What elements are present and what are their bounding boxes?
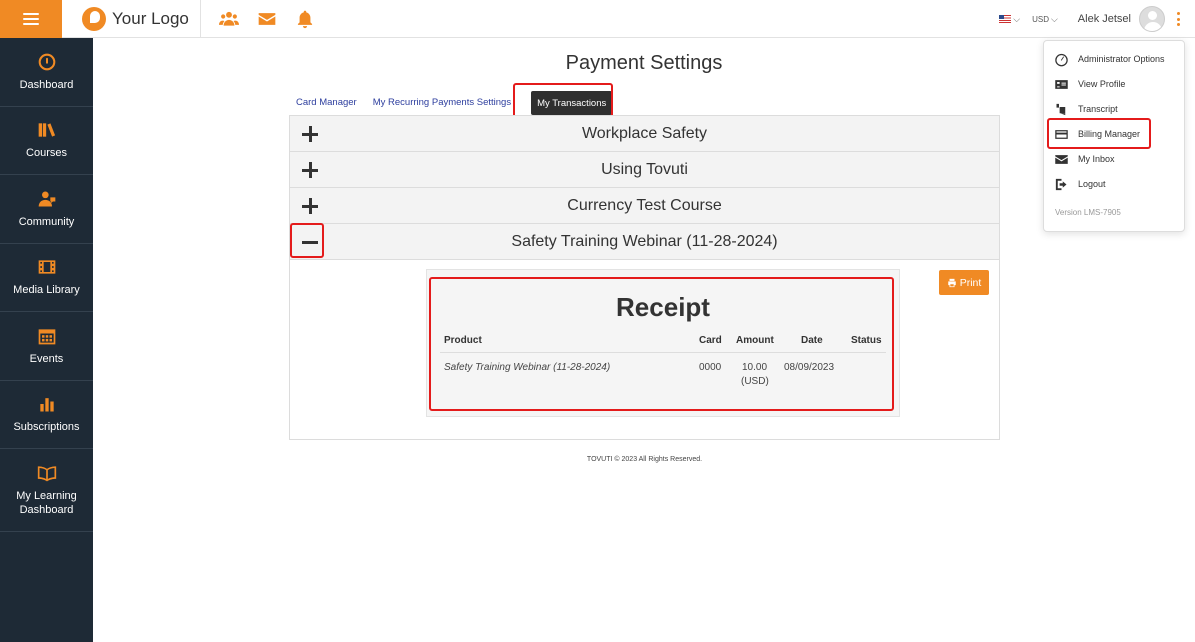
envelope-icon[interactable] [257, 9, 277, 29]
menu-item-label: Logout [1078, 179, 1106, 189]
column-header-product: Product [444, 335, 482, 346]
sidebar-item-label: Courses [26, 147, 67, 160]
divider [200, 0, 201, 38]
plus-icon[interactable] [300, 124, 320, 144]
id-card-icon [1055, 79, 1068, 89]
menu-item-logout[interactable]: Logout [1054, 174, 1106, 194]
menu-item-administrator-options[interactable]: Administrator Options [1054, 49, 1165, 69]
receipt-date: 08/09/2023 [784, 362, 835, 373]
accordion-item-header[interactable]: Workplace Safety [290, 116, 999, 152]
footer-copyright: TOVUTI © 2023 All Rights Reserved. [586, 456, 703, 463]
top-right-controls: ⌵ USD ⌵ Alek Jetsel [999, 0, 1195, 38]
column-header-card: Card [699, 335, 722, 346]
menu-item-view-profile[interactable]: View Profile [1054, 74, 1125, 94]
menu-item-my-inbox[interactable]: My Inbox [1054, 149, 1115, 169]
page-title: Payment Settings [565, 52, 723, 74]
version-label: Version LMS-7905 [1055, 208, 1121, 217]
chevron-down-icon[interactable]: ⌵ [1051, 14, 1058, 25]
receipt-title: Receipt [616, 292, 710, 322]
receipt-card: 0000 [699, 362, 722, 373]
hamburger-menu-button[interactable] [0, 0, 62, 38]
accordion-item-title: Workplace Safety [581, 124, 708, 142]
menu-item-label: View Profile [1078, 79, 1126, 89]
menu-item-label: Transcript [1078, 104, 1118, 114]
gauge-outline-icon [1055, 53, 1068, 66]
print-label: Print [959, 276, 982, 289]
accordion-item-title: Safety Training Webinar (11-28-2024) [511, 232, 778, 250]
menu-item-label: My Inbox [1078, 154, 1115, 164]
username[interactable]: Alek Jetsel [1078, 13, 1131, 25]
hamburger-icon [23, 13, 39, 25]
print-button[interactable]: Print [939, 270, 989, 295]
logout-icon [1055, 178, 1067, 190]
accordion-item-title: Currency Test Course [567, 196, 722, 214]
sidebar-item-media-library[interactable]: Media Library [0, 244, 93, 312]
plus-icon[interactable] [300, 196, 320, 216]
chevron-down-icon[interactable]: ⌵ [1013, 14, 1020, 25]
avatar[interactable] [1139, 6, 1165, 32]
logo-mark-icon [82, 7, 106, 31]
accordion-item-header[interactable]: Currency Test Course [290, 188, 999, 224]
credit-card-icon [1055, 129, 1068, 139]
minus-icon[interactable] [300, 232, 320, 252]
payment-tabs: Card Manager My Recurring Payments Setti… [290, 88, 616, 116]
envelope-icon [1055, 154, 1068, 164]
menu-item-transcript[interactable]: Transcript [1054, 99, 1118, 119]
plus-icon[interactable] [300, 160, 320, 180]
sidebar-item-community[interactable]: Community [0, 175, 93, 244]
film-icon [38, 260, 55, 274]
sidebar-item-label: Subscriptions [13, 421, 80, 434]
menu-item-label: Administrator Options [1078, 54, 1165, 64]
menu-item-billing-manager[interactable]: Billing Manager [1054, 124, 1140, 144]
column-header-status: Status [851, 335, 882, 346]
sidebar-item-label: Dashboard [19, 78, 74, 91]
top-bar: Your Logo ⌵ USD ⌵ Alek Jetsel [0, 0, 1195, 38]
receipt-product: Safety Training Webinar (11-28-2024) [444, 362, 611, 373]
community-icon [38, 191, 55, 207]
accordion-item-header[interactable]: Using Tovuti [290, 152, 999, 188]
open-book-icon [37, 466, 56, 482]
menu-item-label: Billing Manager [1078, 129, 1141, 139]
sidebar-item-events[interactable]: Events [0, 312, 93, 381]
sidebar-item-courses[interactable]: Courses [0, 107, 93, 175]
gauge-icon [38, 53, 55, 71]
tab-recurring-payments-settings[interactable]: My Recurring Payments Settings [367, 88, 517, 116]
tab-card-manager[interactable]: Card Manager [290, 88, 363, 116]
user-dropdown-menu: Administrator Options View Profile Trans… [1043, 40, 1185, 232]
us-flag-icon[interactable] [999, 15, 1012, 23]
sidebar: Dashboard Courses Community Media Librar… [0, 38, 93, 642]
currency-selector[interactable]: USD [1032, 15, 1049, 24]
printer-icon [947, 278, 956, 287]
logo-text: Your Logo [112, 9, 189, 28]
column-header-amount: Amount [736, 335, 774, 346]
sidebar-item-label: Events [29, 352, 64, 365]
kebab-menu-icon[interactable] [1169, 0, 1187, 38]
community-icon[interactable] [219, 9, 239, 29]
sidebar-item-label: My Learning Dashboard [16, 490, 77, 516]
books-icon [38, 123, 55, 137]
receipt-amount-currency: (USD) [741, 376, 769, 387]
sidebar-item-label: Community [18, 215, 75, 228]
calendar-icon [38, 329, 55, 345]
divider [440, 352, 886, 353]
column-header-date: Date [801, 335, 823, 346]
tab-my-transactions[interactable]: My Transactions [531, 91, 613, 115]
sidebar-item-label: Media Library [13, 284, 80, 297]
sidebar-item-dashboard[interactable]: Dashboard [0, 38, 93, 107]
bar-chart-icon [39, 398, 54, 412]
transcript-icon [1056, 103, 1066, 115]
logo[interactable]: Your Logo [82, 6, 189, 32]
sidebar-item-my-learning-dashboard[interactable]: My Learning Dashboard [0, 449, 93, 532]
receipt-amount: 10.00 [742, 362, 768, 373]
sidebar-item-subscriptions[interactable]: Subscriptions [0, 381, 93, 449]
accordion-item-header[interactable]: Safety Training Webinar (11-28-2024) [290, 224, 999, 260]
bell-icon[interactable] [295, 9, 315, 29]
accordion-item-title: Using Tovuti [601, 160, 688, 178]
